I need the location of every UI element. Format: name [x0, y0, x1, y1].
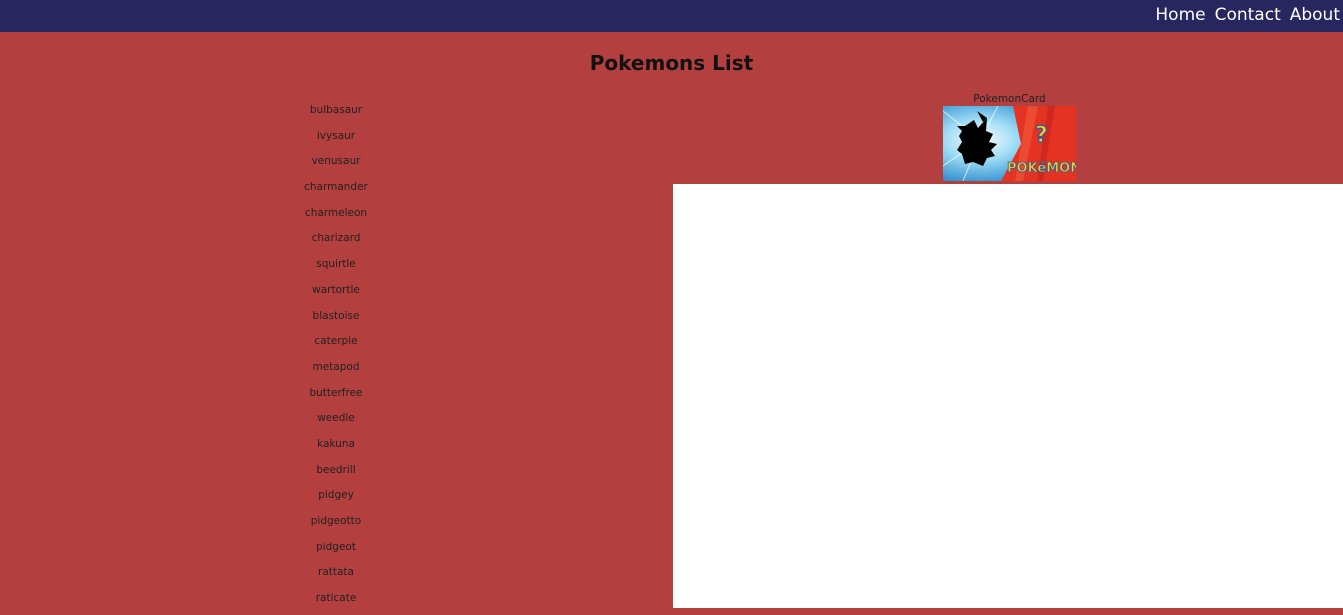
pokemon-list-item[interactable]: venusaur — [0, 152, 672, 178]
pokemon-list-item[interactable]: raticate — [0, 589, 672, 615]
svg-text:?: ? — [1035, 123, 1048, 148]
pokemon-list-item[interactable]: charizard — [0, 229, 672, 255]
pokemon-list-item[interactable]: wartortle — [0, 281, 672, 307]
pokemon-list-item[interactable]: ivysaur — [0, 127, 672, 153]
whos-that-pokemon-image: ? POKéMON — [943, 106, 1076, 181]
svg-text:POKéMON: POKéMON — [1007, 161, 1076, 176]
nav-link-contact[interactable]: Contact — [1215, 4, 1281, 26]
pokemon-card-label: PokemonCard — [973, 93, 1046, 105]
page-title: Pokemons List — [589, 51, 754, 75]
pokemon-list-item[interactable]: pidgey — [0, 486, 672, 512]
pokemon-card[interactable]: PokemonCard ? POKéMON — [943, 92, 1076, 181]
pokemon-list-item[interactable]: squirtle — [0, 255, 672, 281]
nav-link-about[interactable]: About — [1290, 4, 1340, 26]
pokemon-list-item[interactable]: charmeleon — [0, 204, 672, 230]
nav-links: Home Contact About — [1155, 4, 1340, 26]
detail-panel — [673, 184, 1343, 608]
pokemon-list-item[interactable]: kakuna — [0, 435, 672, 461]
nav-link-home[interactable]: Home — [1155, 4, 1205, 26]
pokemon-list: bulbasaur ivysaur venusaur charmander ch… — [0, 101, 672, 615]
pokemon-list-item[interactable]: beedrill — [0, 461, 672, 487]
pokemon-list-item[interactable]: pidgeotto — [0, 512, 672, 538]
pokemon-list-item[interactable]: charmander — [0, 178, 672, 204]
pokemon-list-item[interactable]: pidgeot — [0, 538, 672, 564]
pokemon-list-item[interactable]: blastoise — [0, 307, 672, 333]
pokemon-list-item[interactable]: butterfree — [0, 384, 672, 410]
pokemon-list-item[interactable]: weedle — [0, 409, 672, 435]
pokemon-list-item[interactable]: metapod — [0, 358, 672, 384]
pokemon-list-item[interactable]: caterpie — [0, 332, 672, 358]
pokemon-list-item[interactable]: bulbasaur — [0, 101, 672, 127]
top-navbar: Home Contact About — [0, 0, 1343, 32]
pokemon-list-item[interactable]: rattata — [0, 563, 672, 589]
